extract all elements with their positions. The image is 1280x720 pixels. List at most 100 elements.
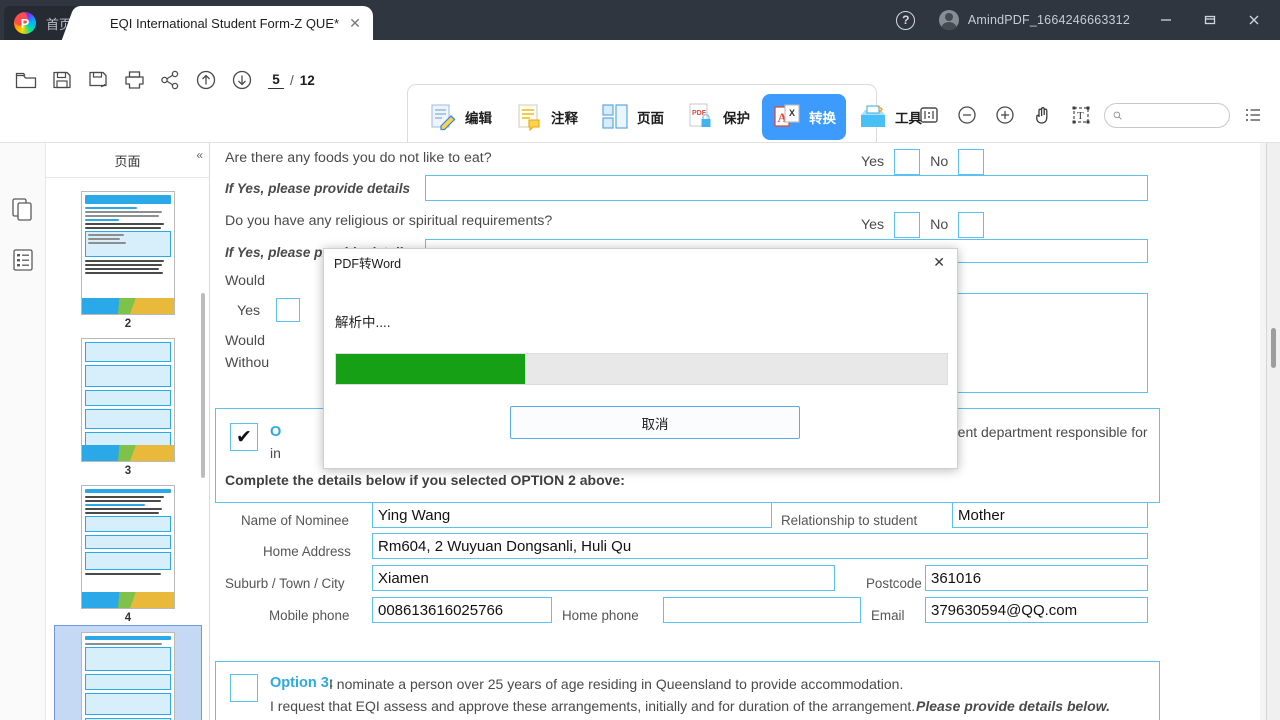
- religion-no-checkbox[interactable]: [958, 212, 984, 238]
- document-scrollbar-thumb[interactable]: [1271, 328, 1276, 368]
- option3-checkbox[interactable]: [230, 674, 258, 702]
- help-button[interactable]: ?: [889, 0, 923, 40]
- fit-page-button[interactable]: [914, 100, 944, 130]
- option2-second-line: in: [270, 445, 281, 461]
- toolbox-icon: [858, 102, 888, 132]
- thumbnail-scrollbar[interactable]: [201, 293, 205, 478]
- field-name-of-nominee[interactable]: Ying Wang: [372, 502, 772, 528]
- close-window-button[interactable]: [1232, 0, 1276, 40]
- convert-icon: AX: [772, 102, 802, 132]
- field-email[interactable]: 379630594@QQ.com: [925, 597, 1148, 623]
- tab-convert[interactable]: AX 转换: [762, 94, 846, 140]
- ribbon: 5 / 12 恢复 撤销 编辑: [0, 40, 1280, 142]
- app-logo-icon: [14, 12, 36, 34]
- list-menu-icon: [1243, 105, 1263, 125]
- tab-annotate[interactable]: 注释: [504, 94, 588, 140]
- zoom-out-icon: [956, 104, 978, 126]
- foods-details-field[interactable]: [425, 175, 1148, 201]
- option3-line2b: Please provide details below.: [916, 698, 1110, 714]
- fit-page-icon: [918, 104, 940, 126]
- question-mark-icon: ?: [896, 11, 915, 30]
- sidebar-item-outline[interactable]: [0, 235, 46, 285]
- close-icon[interactable]: ✕: [929, 253, 949, 271]
- thumbnail-list[interactable]: 2 3: [46, 179, 210, 720]
- tab-edit[interactable]: 编辑: [418, 94, 502, 140]
- convert-progress-dialog: PDF转Word ✕ 解析中.... 取消: [323, 248, 958, 469]
- page-layout-icon: [600, 102, 630, 132]
- search-input[interactable]: [1127, 108, 1221, 122]
- collapse-panel-icon[interactable]: «: [196, 148, 203, 162]
- select-text-button[interactable]: T: [1066, 100, 1096, 130]
- restore-button[interactable]: [1188, 0, 1232, 40]
- field-mobile-phone[interactable]: 008613616025766: [372, 597, 552, 623]
- thumbnail-panel-title: 页面: [114, 151, 140, 170]
- close-icon[interactable]: ✕: [349, 16, 361, 30]
- print-button[interactable]: [116, 62, 152, 98]
- zoom-in-button[interactable]: [990, 100, 1020, 130]
- page-preview: [81, 632, 175, 720]
- option3-line2a: I request that EQI assess and approve th…: [270, 698, 915, 714]
- tab-protect[interactable]: PDF 保护: [676, 94, 760, 140]
- question-text: Do you have any religious or spiritual r…: [225, 213, 552, 229]
- field-suburb[interactable]: Xiamen: [372, 565, 835, 591]
- hand-icon: [1032, 104, 1054, 126]
- if-yes-row-1: If Yes, please provide details: [225, 181, 410, 196]
- field-home-phone[interactable]: [663, 597, 861, 623]
- save-as-button[interactable]: [80, 62, 116, 98]
- document-scrollbar[interactable]: [1266, 143, 1280, 720]
- total-pages: 12: [300, 73, 315, 88]
- left-rail: [0, 143, 46, 720]
- thumbnail-page-2[interactable]: 2: [55, 185, 201, 332]
- thumbnail-page-4[interactable]: 4: [55, 479, 201, 626]
- current-page-input[interactable]: 5: [268, 72, 284, 89]
- dialog-title: PDF转Word: [334, 253, 401, 272]
- search-box[interactable]: [1104, 103, 1230, 128]
- next-page-button[interactable]: [224, 62, 260, 98]
- open-file-button[interactable]: [8, 62, 44, 98]
- tab-protect-label: 保护: [723, 107, 750, 127]
- zoom-out-button[interactable]: [952, 100, 982, 130]
- tab-convert-label: 转换: [809, 107, 836, 127]
- yes-label: Yes: [861, 154, 884, 170]
- field-postcode[interactable]: 361016: [925, 565, 1148, 591]
- annotate-icon: [514, 102, 544, 132]
- partial-text: Withou: [225, 355, 269, 371]
- sidebar-item-thumbnails[interactable]: [0, 185, 46, 235]
- cancel-button[interactable]: 取消: [510, 406, 800, 439]
- partial-yes-checkbox[interactable]: [276, 298, 300, 322]
- zoom-in-icon: [994, 104, 1016, 126]
- foods-yes-checkbox[interactable]: [894, 149, 920, 175]
- document-tab[interactable]: EQI International Student Form-Z QUE* ✕: [82, 6, 373, 40]
- search-icon: [1113, 109, 1122, 122]
- dialog-header: PDF转Word ✕: [324, 249, 957, 275]
- svg-text:X: X: [789, 108, 795, 118]
- option2-checkbox[interactable]: ✔: [230, 423, 258, 451]
- foods-no-checkbox[interactable]: [958, 149, 984, 175]
- page-preview: [81, 485, 175, 609]
- religion-yes-checkbox[interactable]: [894, 212, 920, 238]
- question-row-foods: Are there any foods you do not like to e…: [225, 150, 492, 166]
- document-tab-title: EQI International Student Form-Z QUE*: [110, 16, 339, 31]
- pdf-lock-icon: PDF: [686, 102, 716, 132]
- minimize-button[interactable]: [1144, 0, 1188, 40]
- thumbnail-number: 4: [125, 612, 131, 624]
- save-button[interactable]: [44, 62, 80, 98]
- field-home-address[interactable]: Rm604, 2 Wuyuan Dongsanli, Huli Qu: [372, 533, 1148, 559]
- progress-bar: [335, 353, 948, 385]
- tab-page[interactable]: 页面: [590, 94, 674, 140]
- field-relationship[interactable]: Mother: [952, 502, 1148, 528]
- thumbnail-page-5[interactable]: 5: [55, 626, 201, 720]
- label-email: Email: [871, 608, 904, 623]
- hand-tool-button[interactable]: [1028, 100, 1058, 130]
- more-menu-button[interactable]: [1238, 100, 1268, 130]
- label-home-address: Home Address: [263, 544, 351, 559]
- option2-title: O: [270, 424, 281, 440]
- share-button[interactable]: [152, 62, 188, 98]
- account-name: AmindPDF_1664246663312: [968, 13, 1130, 27]
- thumbnail-page-3[interactable]: 3: [55, 332, 201, 479]
- account-area[interactable]: AmindPDF_1664246663312: [923, 0, 1144, 40]
- label-mobile-phone: Mobile phone: [269, 608, 349, 623]
- label-relationship: Relationship to student: [781, 513, 917, 528]
- previous-page-button[interactable]: [188, 62, 224, 98]
- page-preview: [81, 191, 175, 315]
